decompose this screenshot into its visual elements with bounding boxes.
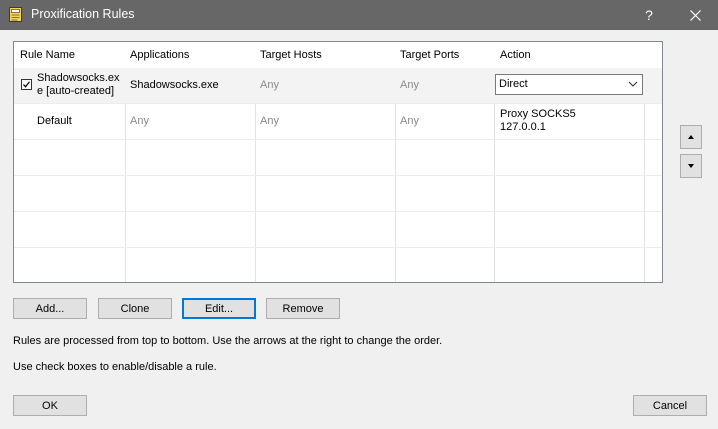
checkmark-icon — [23, 81, 30, 88]
rule-name-text: e [auto-created] — [37, 85, 115, 97]
applications-text: Any — [130, 115, 149, 127]
column-header-applications[interactable]: Applications — [130, 49, 189, 61]
rule-enabled-checkbox[interactable] — [21, 79, 32, 90]
chevron-down-icon — [628, 81, 638, 87]
row-divider — [14, 247, 662, 248]
arrow-up-icon — [688, 135, 694, 139]
column-header-target-ports[interactable]: Target Ports — [400, 49, 459, 61]
ok-button[interactable]: OK — [13, 395, 87, 416]
column-header-action[interactable]: Action — [500, 49, 531, 61]
arrow-down-icon — [688, 164, 694, 168]
column-header-target-hosts[interactable]: Target Hosts — [260, 49, 322, 61]
action-select-value: Direct — [499, 78, 528, 90]
help-icon: ? — [645, 7, 653, 23]
row-divider — [14, 211, 662, 212]
clone-button[interactable]: Clone — [98, 298, 172, 319]
info-text: Use check boxes to enable/disable a rule… — [13, 361, 217, 373]
target-ports-text: Any — [400, 79, 419, 91]
app-icon — [9, 7, 22, 22]
column-header-rule-name[interactable]: Rule Name — [20, 49, 75, 61]
table-header: Rule Name Applications Target Hosts Targ… — [14, 42, 662, 68]
rules-table[interactable]: Rule Name Applications Target Hosts Targ… — [13, 41, 663, 283]
info-text: Rules are processed from top to bottom. … — [13, 335, 443, 347]
row-divider — [14, 175, 662, 176]
help-button[interactable]: ? — [626, 0, 672, 30]
close-icon — [689, 9, 701, 21]
cancel-button[interactable]: Cancel — [633, 395, 707, 416]
applications-text: Shadowsocks.exe — [130, 79, 219, 91]
add-button[interactable]: Add... — [13, 298, 87, 319]
action-text: Proxy SOCKS5 — [500, 108, 576, 120]
edit-button[interactable]: Edit... — [182, 298, 256, 319]
action-text: 127.0.0.1 — [500, 121, 546, 133]
target-hosts-text: Any — [260, 115, 279, 127]
window-title: Proxification Rules — [31, 7, 135, 21]
target-ports-text: Any — [400, 115, 419, 127]
remove-button[interactable]: Remove — [266, 298, 340, 319]
action-select[interactable]: Direct — [495, 74, 643, 95]
close-button[interactable] — [672, 0, 718, 30]
move-up-button[interactable] — [680, 125, 702, 149]
title-bar: Proxification Rules ? — [0, 0, 718, 30]
rule-name-text: Shadowsocks.ex — [37, 72, 120, 84]
target-hosts-text: Any — [260, 79, 279, 91]
move-down-button[interactable] — [680, 154, 702, 178]
table-row[interactable]: Default Any Any Any Proxy SOCKS5 127.0.0… — [14, 104, 662, 139]
row-divider — [14, 139, 662, 140]
rule-name-text: Default — [37, 115, 72, 127]
